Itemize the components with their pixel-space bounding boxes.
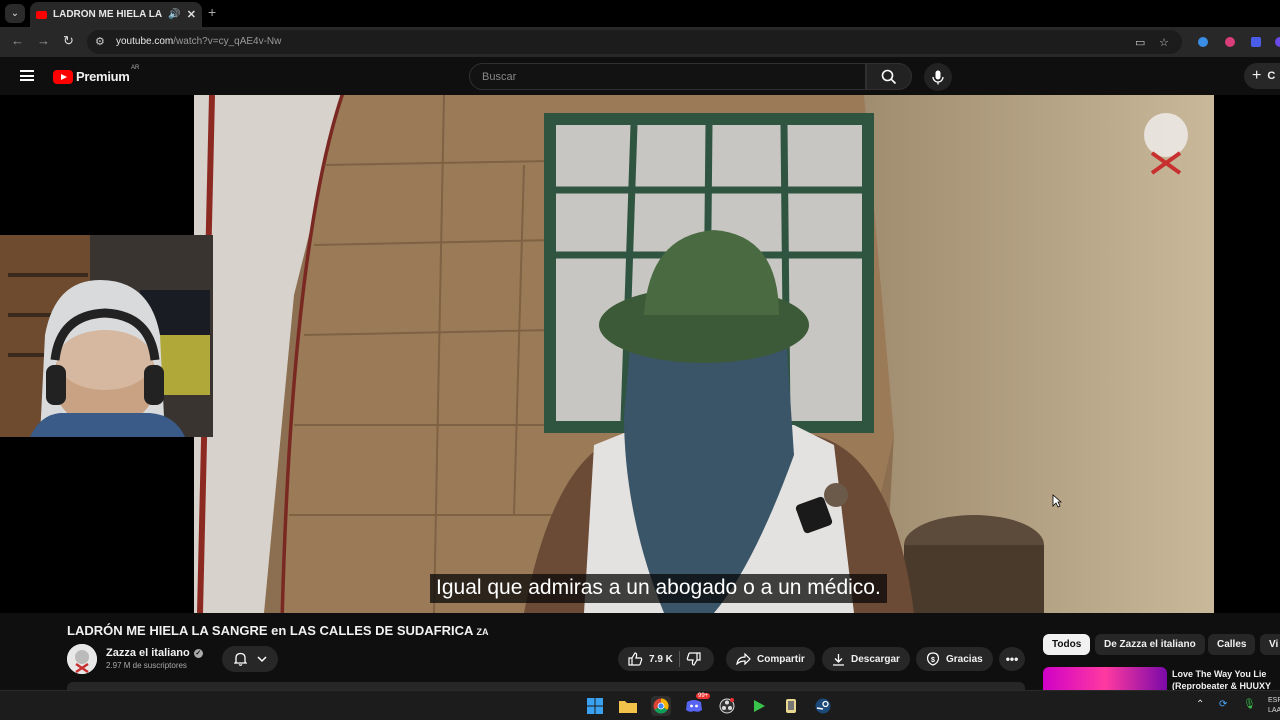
extension-purple-icon[interactable]	[1275, 37, 1280, 47]
back-icon[interactable]: ←	[11, 33, 24, 48]
channel-name-text[interactable]: Zazza el italiano	[106, 647, 190, 659]
chip-from-channel[interactable]: De Zazza el italiano	[1095, 634, 1205, 655]
video-subtitle: Igual que admiras a un abogado o a un mé…	[430, 574, 887, 603]
keyboard-language[interactable]: ESP LAA	[1268, 696, 1280, 716]
tab-title: LADRÓN ME HIELA LA SANGRE	[53, 9, 162, 20]
logo-text: Premium	[76, 69, 130, 84]
create-label: C	[1267, 70, 1276, 82]
url-text[interactable]: youtube.com/watch?v=cy_qAE4v-Nw	[116, 36, 281, 47]
obs-icon[interactable]	[717, 696, 737, 716]
description-box[interactable]	[67, 682, 1025, 690]
download-icon	[833, 653, 844, 666]
thumbs-up-icon	[628, 652, 643, 666]
plus-icon: +	[1252, 67, 1262, 84]
windows-taskbar: 99+ ⌃ ⟳ 🎙 ESP LAA	[0, 690, 1280, 720]
svg-text:$: $	[931, 657, 935, 664]
chevron-down-icon	[256, 655, 267, 662]
cast-icon[interactable]: ▭	[1135, 36, 1145, 49]
app-icon[interactable]	[781, 696, 801, 716]
bookmark-star-icon[interactable]: ☆	[1159, 36, 1169, 49]
reload-icon[interactable]: ↻	[63, 33, 74, 49]
like-count: 7.9 K	[649, 653, 673, 665]
more-actions-button[interactable]: •••	[999, 647, 1025, 671]
tray-sync-icon[interactable]: ⟳	[1219, 699, 1227, 710]
search-icon	[881, 69, 897, 84]
tab-search-button[interactable]: ⌄	[5, 4, 25, 23]
steam-icon[interactable]	[813, 696, 833, 716]
site-info-icon[interactable]: ⚙	[95, 35, 105, 48]
subscriber-count: 2.97 M de suscriptores	[106, 661, 187, 670]
streamer-webcam	[0, 235, 213, 437]
extension-translate-icon[interactable]	[1198, 37, 1208, 47]
file-explorer-icon[interactable]	[618, 696, 638, 716]
forward-icon[interactable]: →	[37, 33, 50, 48]
youtube-play-icon	[53, 69, 73, 84]
media-player-icon[interactable]	[749, 696, 769, 716]
menu-icon[interactable]	[20, 70, 34, 81]
region-label: AR	[131, 65, 140, 71]
thumbs-down-icon[interactable]	[686, 652, 701, 666]
new-tab-button[interactable]: +	[208, 4, 216, 20]
bell-icon	[233, 652, 247, 666]
extension-shield-icon[interactable]	[1251, 37, 1261, 47]
recommended-video-thumbnail[interactable]	[1043, 667, 1167, 692]
video-title: LADRÓN ME HIELA LA SANGRE en LAS CALLES …	[67, 623, 489, 638]
create-button[interactable]: + C	[1244, 63, 1280, 89]
extension-icon[interactable]	[1225, 37, 1235, 47]
super-thanks-icon: $	[926, 652, 940, 666]
discord-badge: 99+	[696, 693, 711, 699]
like-dislike-group: 7.9 K	[618, 647, 714, 671]
search-input[interactable]: Buscar	[469, 63, 866, 90]
video-frame[interactable]	[194, 95, 1214, 613]
youtube-header: Premium AR Buscar + C	[0, 57, 1280, 95]
browser-tab[interactable]: LADRÓN ME HIELA LA SANGRE 🔊 ✕	[30, 2, 202, 27]
download-button[interactable]: Descargar	[822, 647, 910, 671]
channel-name[interactable]: Zazza el italiano ✓	[106, 647, 203, 659]
share-icon	[736, 653, 751, 665]
speaker-icon[interactable]: 🔊	[168, 9, 180, 20]
discord-icon[interactable]: 99+	[684, 693, 711, 716]
like-button[interactable]: 7.9 K	[628, 652, 673, 666]
browser-tab-strip: ⌄ LADRÓN ME HIELA LA SANGRE 🔊 ✕ +	[0, 0, 1280, 27]
subscription-bell-button[interactable]	[222, 646, 278, 672]
verified-icon: ✓	[193, 648, 203, 658]
address-bar[interactable]: ⚙ youtube.com/watch?v=cy_qAE4v-Nw ▭ ☆	[87, 30, 1182, 54]
video-player[interactable]	[0, 95, 1280, 613]
share-button[interactable]: Compartir	[726, 647, 815, 671]
divider	[678, 651, 680, 667]
search-button[interactable]	[866, 63, 912, 90]
voice-search-button[interactable]	[924, 63, 952, 91]
tray-microphone-icon[interactable]: 🎙	[1243, 699, 1256, 710]
youtube-premium-logo[interactable]: Premium AR	[53, 65, 139, 84]
tab-close-button[interactable]: ✕	[187, 8, 196, 21]
youtube-favicon-icon	[36, 10, 47, 19]
thanks-label: Gracias	[946, 653, 983, 665]
thanks-button[interactable]: $ Gracias	[916, 647, 993, 671]
mouse-cursor-icon	[1052, 494, 1062, 508]
chip-all[interactable]: Todos	[1043, 634, 1091, 655]
download-label: Descargar	[851, 653, 900, 665]
browser-toolbar: ← → ↻ ⚙ youtube.com/watch?v=cy_qAE4v-Nw …	[0, 27, 1280, 57]
channel-avatar[interactable]	[67, 644, 97, 674]
microphone-icon	[932, 70, 944, 84]
tray-chevron-up-icon[interactable]: ⌃	[1196, 699, 1204, 710]
chrome-icon[interactable]	[651, 696, 671, 716]
share-label: Compartir	[757, 653, 805, 665]
chip-streets[interactable]: Calles	[1208, 634, 1256, 655]
chip-more[interactable]: Vi	[1260, 634, 1280, 655]
windows-start-icon[interactable]	[585, 696, 605, 716]
recommended-video-title[interactable]: Love The Way You Lie (Reprobeater & HUUX…	[1172, 668, 1271, 692]
